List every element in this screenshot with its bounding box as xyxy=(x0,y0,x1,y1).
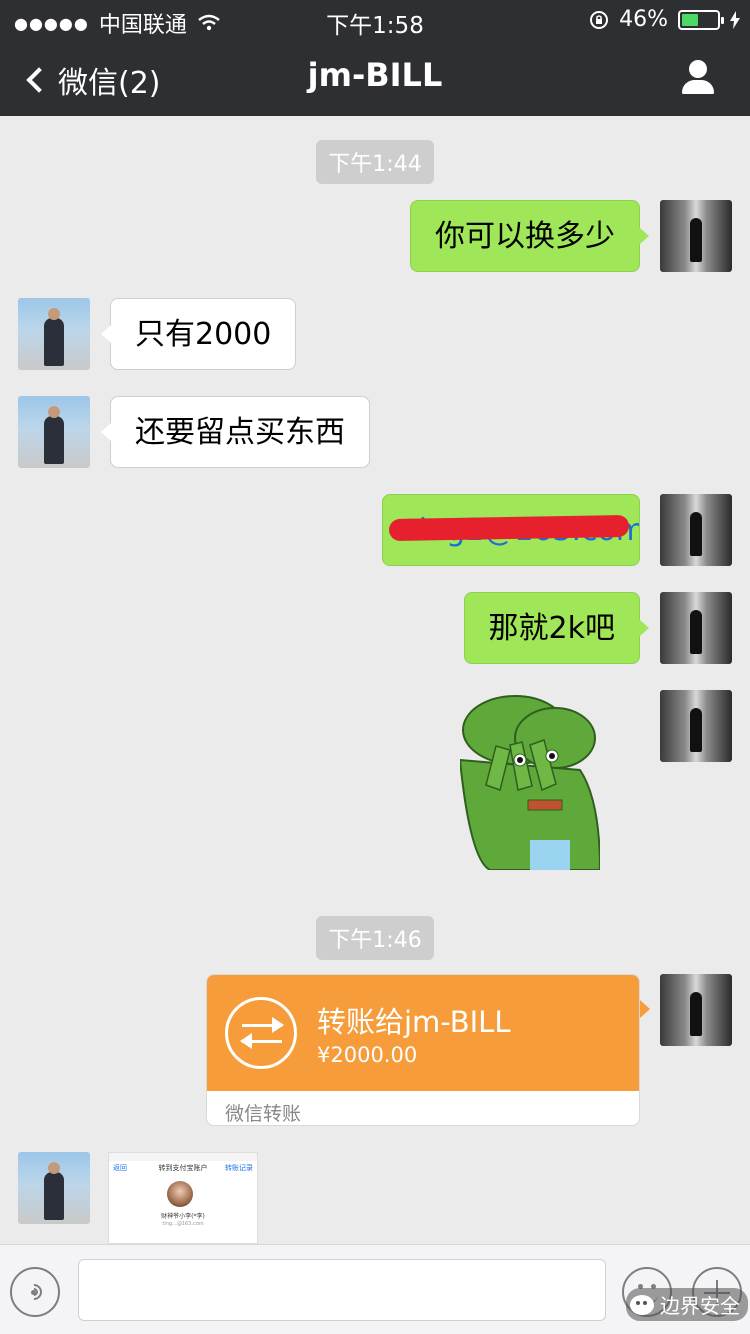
avatar-me[interactable] xyxy=(660,690,732,762)
contact-info-icon[interactable] xyxy=(680,60,716,96)
voice-input-icon[interactable] xyxy=(10,1267,60,1317)
thumb-account: ting...@163.com xyxy=(162,1221,204,1227)
thumb-name: 财神爷小李(*李) xyxy=(161,1213,205,1220)
status-bar: ●●●●● 中国联通 下午1:58 46% xyxy=(0,0,750,40)
transfer-title: 转账给jm-BILL xyxy=(317,1005,511,1039)
screenshot-image-message[interactable]: 返回 转到支付宝账户 转账记录 财神爷小李(*李) ting...@163.co… xyxy=(108,1152,258,1244)
transfer-amount: ¥2000.00 xyxy=(317,1043,418,1067)
avatar-me[interactable] xyxy=(660,494,732,566)
transfer-footer: 微信转账 xyxy=(225,1103,302,1125)
redaction-mark xyxy=(388,514,630,542)
pepe-sticker[interactable] xyxy=(460,690,600,870)
chat-area[interactable]: 下午1:44 你可以换多少 只有2000 还要留点买东西 ting2@163.c… xyxy=(0,116,750,1244)
transfer-card[interactable]: 转账给jm-BILL ¥2000.00 微信转账 xyxy=(206,974,640,1126)
thumb-avatar xyxy=(167,1181,193,1207)
transfer-icon xyxy=(225,997,297,1069)
thumb-records: 转账记录 xyxy=(225,1164,253,1172)
message-bubble-redacted[interactable]: ting2@163.com xyxy=(382,494,640,566)
message-bubble[interactable]: 只有2000 xyxy=(100,298,297,370)
wechat-logo-icon xyxy=(630,1294,654,1315)
rotation-lock-icon xyxy=(590,10,609,29)
watermark-text: 边界安全 xyxy=(660,1294,740,1318)
message-input[interactable] xyxy=(78,1259,606,1321)
avatar-me[interactable] xyxy=(660,200,732,272)
battery-percent: 46% xyxy=(619,7,668,32)
avatar-contact[interactable] xyxy=(18,298,90,370)
avatar-contact[interactable] xyxy=(18,1152,90,1224)
charging-icon xyxy=(730,10,740,29)
message-bubble[interactable]: 还要留点买东西 xyxy=(101,396,370,468)
nav-bar: 微信(2) jm-BILL xyxy=(0,40,750,116)
message-bubble[interactable]: 你可以换多少 xyxy=(410,200,649,272)
avatar-me[interactable] xyxy=(660,592,732,664)
bubble-tail xyxy=(640,1000,650,1018)
chat-title: jm-BILL xyxy=(307,56,443,94)
avatar-contact[interactable] xyxy=(18,396,90,468)
avatar-me[interactable] xyxy=(660,974,732,1046)
watermark: 边界安全 xyxy=(626,1288,748,1321)
timestamp: 下午1:44 xyxy=(0,140,750,184)
timestamp: 下午1:46 xyxy=(0,916,750,960)
battery-icon xyxy=(678,9,724,30)
message-bubble[interactable]: 那就2k吧 xyxy=(463,592,650,664)
